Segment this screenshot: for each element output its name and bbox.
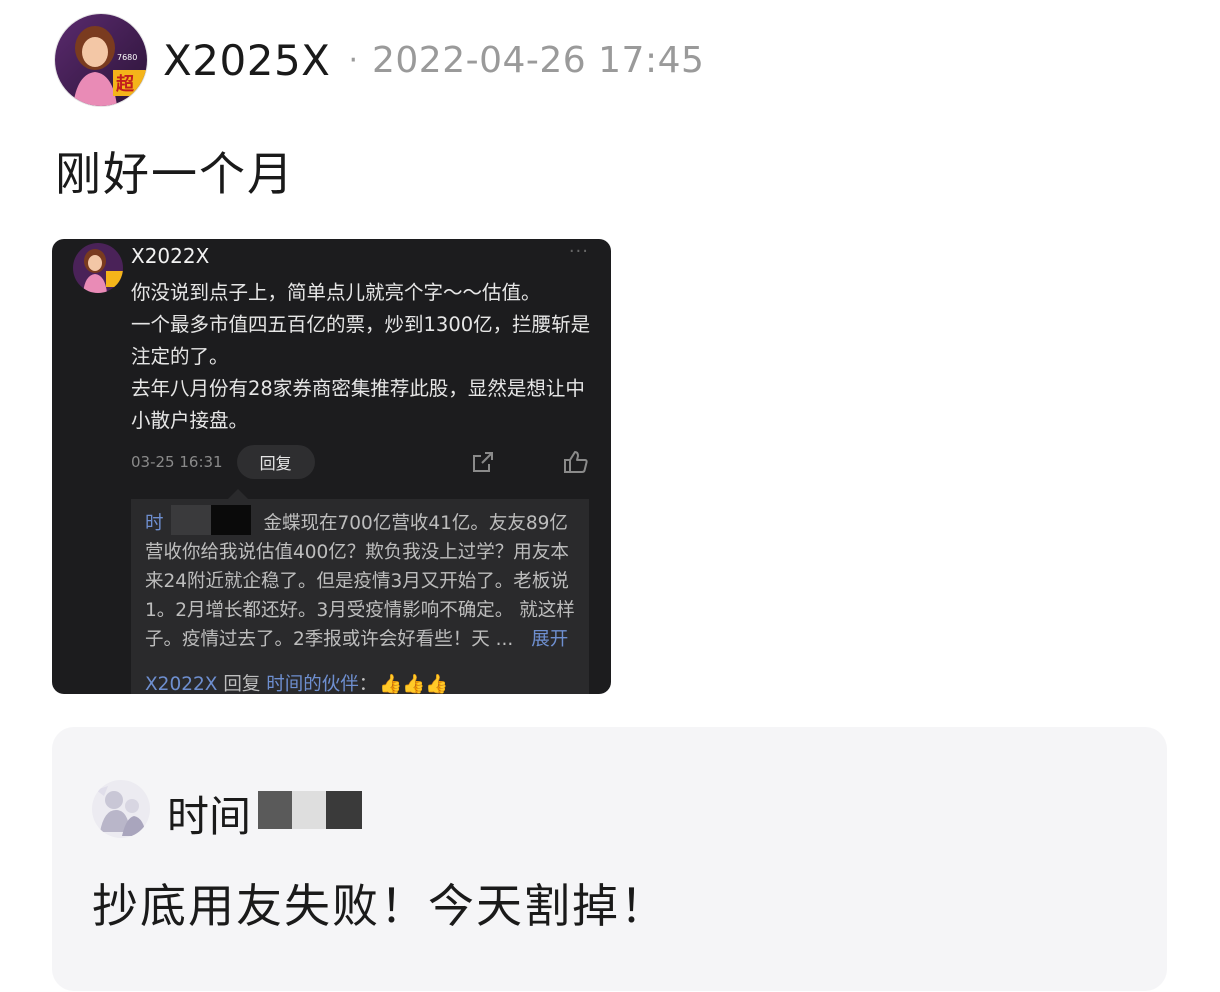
post-header: 超 7680 X2025X · 2022-04-26 17:45 <box>55 14 704 106</box>
avatar[interactable] <box>92 780 150 838</box>
embedded-screenshot[interactable]: X2022X ··· 你没说到点子上，简单点儿就亮个字～～估值。 一个最多市值四… <box>52 239 611 694</box>
embedded-author: X2022X <box>131 244 210 268</box>
thumbs-up-icon <box>564 451 588 473</box>
game-character-avatar-icon: 超 7680 <box>55 14 147 106</box>
share-icon <box>473 452 493 472</box>
expand-link: 展开 <box>531 629 569 650</box>
reply-action: 回复 <box>223 674 261 694</box>
reply-user: X2022X <box>145 674 218 694</box>
quoted-comment-author[interactable]: 时间 <box>167 783 251 844</box>
anime-illustration-avatar-icon <box>92 780 150 838</box>
avatar[interactable]: 超 7680 <box>55 14 147 106</box>
quote-user: 时 <box>145 513 164 534</box>
post-timestamp: 2022-04-26 17:45 <box>371 39 705 81</box>
comment-paragraph: 你没说到点子上，简单点儿就亮个字～～估值。 <box>131 281 541 304</box>
embedded-avatar <box>73 243 123 293</box>
embedded-date: 03-25 16:31 <box>131 453 223 471</box>
quoted-comment-text: 抄底用友失败！今天割掉！ <box>92 879 668 933</box>
embedded-meta-row: 03-25 16:31 回复 <box>131 445 596 479</box>
embedded-reply-line: X2022X 回复 时间的伙伴： 👍👍👍 <box>145 670 448 694</box>
redaction-block <box>258 791 362 829</box>
svg-text:7680: 7680 <box>117 53 137 62</box>
comment-paragraph: 一个最多市值四五百亿的票，炒到1300亿，拦腰斩是注定的了。 <box>131 313 591 368</box>
quoted-comment-card[interactable]: 时间 抄底用友失败！今天割掉！ <box>52 727 1167 991</box>
post-text: 刚好一个月 <box>55 147 295 201</box>
reply-colon: ： <box>358 674 378 694</box>
embedded-reply-button: 回复 <box>236 445 315 479</box>
separator-dot: · <box>348 42 358 78</box>
svg-text:超: 超 <box>116 73 135 95</box>
reply-target: 时间的伙伴 <box>266 674 359 694</box>
quote-pointer <box>228 489 248 499</box>
redaction-block <box>171 505 251 535</box>
comment-paragraph: 去年八月份有28家券商密集推荐此股，显然是想让中小散户接盘。 <box>131 377 585 432</box>
embedded-quote-box: 时金蝶现在700亿营收41亿。友友89亿营收你给我说估值400亿？欺负我没上过学… <box>131 499 589 694</box>
game-character-avatar-icon <box>73 243 123 293</box>
post-author[interactable]: X2025X <box>163 36 330 85</box>
more-icon: ··· <box>568 241 589 262</box>
thumbs-up-emoji-icon: 👍👍👍 <box>379 674 449 694</box>
embedded-comment-body: 你没说到点子上，简单点儿就亮个字～～估值。 一个最多市值四五百亿的票，炒到130… <box>131 277 601 437</box>
